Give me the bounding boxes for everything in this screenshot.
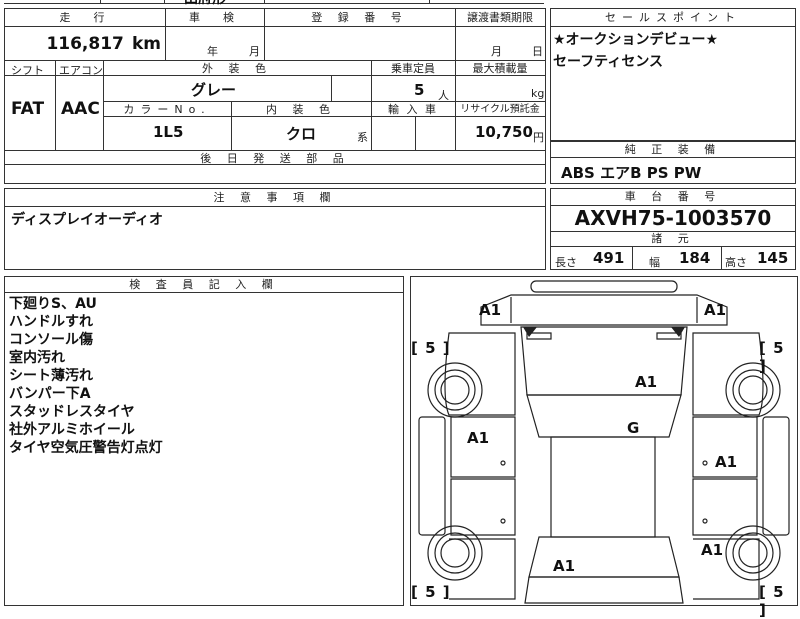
shift-value: FAT: [11, 99, 45, 119]
wheel-rl-shape: [427, 525, 483, 581]
max-load-label: 最大積載量: [472, 62, 528, 75]
mileage-value: 116,817 km: [46, 34, 161, 54]
height-value: 145: [757, 249, 789, 267]
front-body-shape: [480, 294, 728, 326]
vehicle-info-table: 走 行 車 検 登 録 番 号 譲渡書類期限 116,817 km 年 月 月 …: [4, 8, 546, 184]
transfer-day: 日: [532, 45, 543, 58]
tire-mark-fr: [ 5 ]: [759, 339, 784, 375]
sales-points-label: セールスポイント: [605, 11, 741, 24]
inspector-label: 検 査 員 記 入 欄: [129, 278, 279, 291]
mark-rear-right: A1: [701, 541, 724, 559]
equipment-value: ABS エアB PS PW: [561, 164, 702, 182]
wheel-fl-shape: [427, 362, 483, 418]
chassis-number: AXVH75-1003570: [574, 206, 772, 230]
exterior-color-label: 外 装 色: [202, 62, 272, 75]
capacity-value: 5: [414, 81, 425, 99]
ac-label: エアコン: [59, 64, 103, 77]
sales-point-line-2: セーフティセンス: [553, 54, 664, 70]
recycle-unit: 円: [533, 131, 544, 144]
color-no-value: 1L5: [153, 123, 184, 141]
height-label: 高さ: [725, 256, 747, 269]
tire-mark-rr: [ 5 ]: [759, 583, 784, 619]
color-no-label: カラーNo.: [123, 103, 211, 116]
length-value: 491: [593, 249, 625, 267]
equipment-label: 純 正 装 備: [624, 143, 722, 156]
transfer-month: 月: [491, 45, 502, 58]
import-label: 輸 入 車: [388, 103, 438, 116]
inspector-note: バンパー下A: [9, 386, 91, 402]
inspector-note: スタッドレスタイヤ: [9, 404, 135, 420]
rear-window-shape: [528, 536, 680, 578]
later-parts-label: 後 日 発 送 部 品: [200, 152, 350, 165]
length-label: 長さ: [555, 256, 577, 269]
exterior-color-value: グレー: [191, 81, 237, 99]
mark-door-right: A1: [715, 453, 738, 471]
notes-box: 注 意 事 項 欄 ディスプレイオーディオ: [4, 188, 546, 270]
mark-door-left: A1: [467, 429, 490, 447]
inspector-notes-list: 下廻りS、AU ハンドルすれ コンソール傷 室内汚れ シート薄汚れ バンパー下A…: [9, 295, 163, 457]
sales-points-box: セールスポイント ★オークションデビュー★ セーフティセンス: [550, 8, 796, 141]
width-label: 幅: [649, 256, 660, 269]
chassis-label: 車 台 番 号: [624, 190, 722, 203]
chassis-box: 車 台 番 号 AXVH75-1003570 諸 元 長さ 491 幅 184 …: [550, 188, 796, 270]
right-side-shape: [692, 332, 764, 416]
inspector-note: 室内汚れ: [9, 350, 65, 366]
tire-mark-rl: [ 5 ]: [411, 583, 450, 601]
mileage-label: 走 行: [59, 11, 111, 24]
tire-mark-fl: [ 5 ]: [411, 339, 450, 357]
capacity-label: 乗車定員: [391, 62, 435, 75]
wheel-rr-shape: [725, 525, 781, 581]
inspector-notes-box: 検 査 員 記 入 欄 下廻りS、AU ハンドルすれ コンソール傷 室内汚れ シ…: [4, 276, 404, 606]
inspection-month: 月: [249, 45, 260, 58]
mark-front-left: A1: [479, 301, 502, 319]
inspector-note: タイヤ空気圧警告灯点灯: [9, 440, 163, 456]
notes-label: 注 意 事 項 欄: [213, 191, 337, 204]
equipment-box: 純 正 装 備 ABS エアB PS PW: [550, 141, 796, 184]
inspector-note: 社外アルミホイール: [9, 422, 135, 438]
sales-point-line-1: ★オークションデビュー★: [553, 32, 719, 48]
interior-color-label: 内 装 色: [266, 103, 336, 116]
max-load-unit: kg: [531, 87, 545, 100]
shift-label: シフト: [11, 64, 44, 77]
ac-value: AAC: [61, 99, 100, 119]
inspection-year: 年: [207, 45, 218, 58]
spec-label: 諸 元: [651, 232, 695, 245]
hood-shape: [520, 326, 688, 396]
mark-windshield: G: [627, 419, 640, 437]
mark-front-right: A1: [704, 301, 727, 319]
recycle-value: 10,750: [475, 123, 533, 141]
inspector-note: コンソール傷: [9, 332, 93, 348]
left-side-shape: [444, 332, 516, 416]
recycle-label: リサイクル預託金: [460, 104, 540, 115]
inspection-label: 車 検: [189, 11, 240, 24]
registration-label: 登 録 番 号: [311, 11, 408, 24]
notes-value: ディスプレイオーディオ: [11, 212, 164, 228]
car-diagram-box: A1 A1 A1 G A1 A1 A1 A1 [ 5 ] [ 5 ] [ 5 ]…: [410, 276, 798, 619]
front-bumper-shape: [530, 280, 678, 293]
roof-shape: [550, 436, 656, 538]
width-value: 184: [679, 249, 711, 267]
mark-rear-center: A1: [553, 557, 576, 575]
top-partial-text: 田府形: [184, 0, 226, 8]
transfer-deadline-label: 譲渡書類期限: [467, 11, 533, 24]
inspector-note: シート薄汚れ: [9, 368, 93, 384]
interior-color-value: クロ: [286, 125, 317, 143]
left-front-door-shape: [450, 416, 516, 478]
inspector-note: 下廻りS、AU: [9, 296, 97, 312]
mark-hood: A1: [635, 373, 658, 391]
top-partial-row: 田府形: [4, 0, 544, 7]
windshield-shape: [526, 394, 682, 438]
rear-body-shape: [524, 576, 684, 604]
interior-color-suffix: 系: [357, 131, 368, 144]
inspector-note: ハンドルすれ: [9, 314, 93, 330]
